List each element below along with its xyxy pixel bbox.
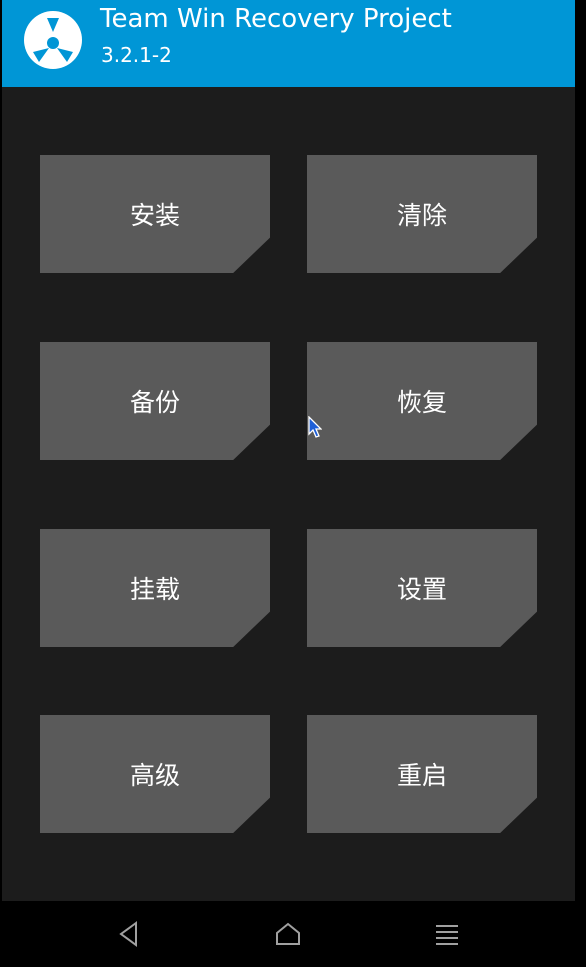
advanced-button[interactable]: 高级: [40, 715, 270, 833]
back-button[interactable]: [112, 917, 146, 951]
app-title: Team Win Recovery Project: [100, 4, 452, 34]
backup-button[interactable]: 备份: [40, 342, 270, 460]
install-button[interactable]: 安装: [40, 155, 270, 273]
home-icon: [276, 922, 300, 945]
menu-button[interactable]: [430, 917, 464, 951]
main-menu-panel: 安装 清除 备份 恢复 挂载 设置 高级 重启: [2, 87, 575, 901]
header-bar: Team Win Recovery Project 3.2.1-2: [2, 0, 575, 87]
wipe-button[interactable]: 清除: [307, 155, 537, 273]
twrp-screen: Team Win Recovery Project 3.2.1-2 安装 清除 …: [0, 0, 586, 967]
menu-lines-icon: [436, 925, 458, 945]
restore-button[interactable]: 恢复: [307, 342, 537, 460]
back-triangle-icon: [119, 921, 137, 947]
settings-button[interactable]: 设置: [307, 529, 537, 647]
mount-button[interactable]: 挂载: [40, 529, 270, 647]
navigation-bar: [0, 901, 586, 967]
home-button[interactable]: [271, 917, 305, 951]
app-version: 3.2.1-2: [101, 43, 172, 67]
reboot-button[interactable]: 重启: [307, 715, 537, 833]
mouse-cursor-icon: [308, 416, 322, 438]
twrp-logo-icon: [24, 11, 82, 69]
